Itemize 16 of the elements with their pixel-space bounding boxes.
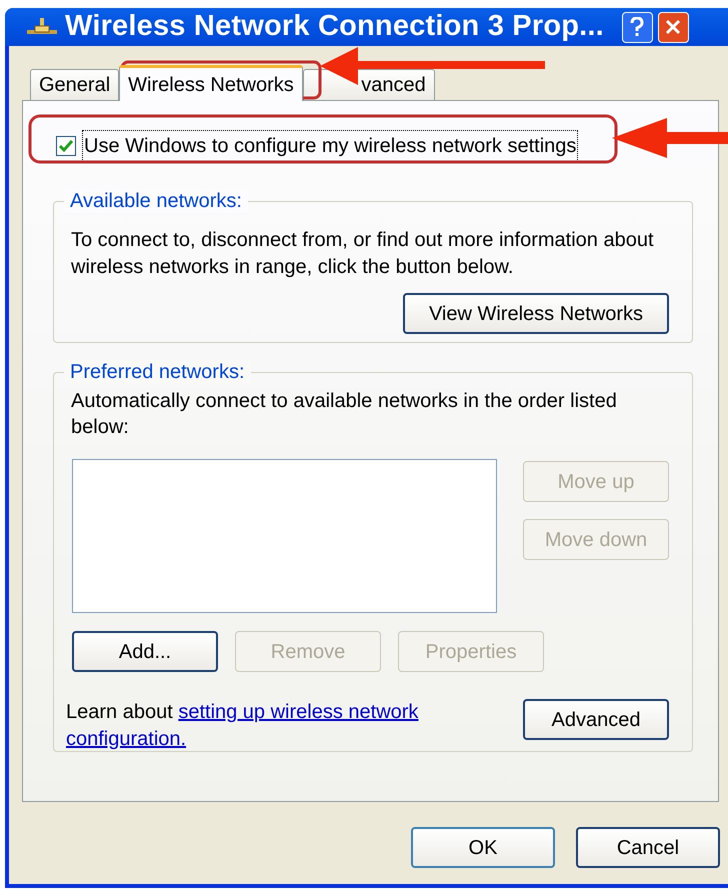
list-action-button[interactable]: Add... (72, 631, 218, 672)
dialog-button[interactable]: OK (411, 827, 555, 868)
checkbox-label: Use Windows to configure my wireless network settings (82, 130, 578, 162)
help-icon[interactable] (622, 12, 653, 42)
checkbox[interactable] (56, 136, 76, 156)
window-title: Wireless Network Connection 3 Prop... (65, 9, 604, 44)
learn-about-text: Learn about setting up wireless network configuration. (66, 700, 420, 752)
dialog-button[interactable]: Cancel (576, 827, 720, 868)
arrow-icon (612, 116, 728, 160)
tab[interactable]: General (30, 69, 120, 100)
view-wireless-networks-button[interactable]: View Wireless Networks (403, 293, 669, 334)
advanced-button[interactable]: Advanced (523, 699, 669, 740)
close-icon[interactable] (658, 12, 689, 42)
group-description: Automatically connect to available networks in the order listed below: (71, 389, 618, 440)
tab[interactable]: Wireless Networks (119, 65, 303, 101)
group-description: To connect to, disconnect from, or find out more information about wireless networks in range, click the button below. (71, 228, 655, 280)
